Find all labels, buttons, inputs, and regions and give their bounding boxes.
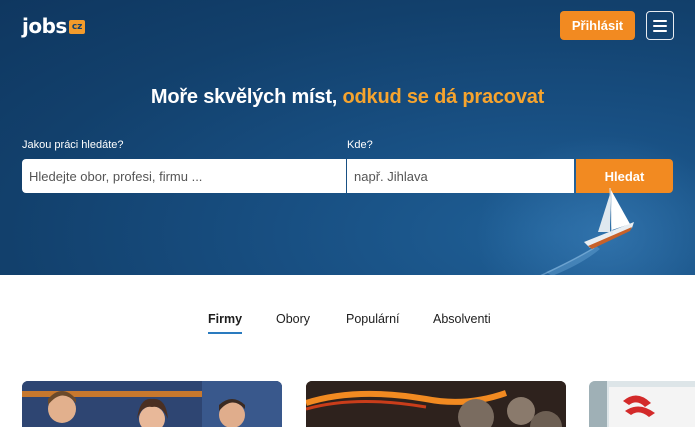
tab-popularni[interactable]: Populární bbox=[346, 310, 400, 334]
landscape-photo bbox=[306, 381, 566, 427]
category-tabs: Firmy Obory Populární Absolventi bbox=[0, 310, 695, 340]
company-card-3[interactable] bbox=[589, 381, 695, 427]
logo-badge: cz bbox=[68, 20, 86, 34]
menu-line bbox=[653, 29, 667, 32]
login-button[interactable]: Přihlásit bbox=[560, 11, 635, 40]
logo-text: jobs bbox=[22, 14, 67, 38]
tab-firmy[interactable]: Firmy bbox=[208, 310, 243, 334]
team-photo bbox=[22, 381, 282, 427]
tab-absolventi[interactable]: Absolventi bbox=[433, 310, 491, 334]
job-search-input[interactable] bbox=[22, 159, 346, 193]
hero-headline: Moře skvělých míst, odkud se dá pracovat bbox=[0, 86, 695, 109]
menu-line bbox=[653, 24, 667, 27]
headline-main: Moře skvělých míst, bbox=[150, 86, 343, 108]
hero-banner: jobs cz Přihlásit Moře skvělých míst, od… bbox=[0, 0, 695, 275]
company-card-1[interactable] bbox=[22, 381, 282, 427]
tab-obory[interactable]: Obory bbox=[276, 310, 310, 334]
company-logo-photo bbox=[589, 381, 695, 427]
headline-accent: odkud se dá pracovat bbox=[342, 86, 545, 108]
where-label: Kde? bbox=[347, 139, 373, 151]
what-label: Jakou práci hledáte? bbox=[22, 139, 124, 151]
site-logo[interactable]: jobs cz bbox=[22, 14, 86, 38]
company-card-2[interactable] bbox=[306, 381, 566, 427]
sailboat-icon bbox=[540, 187, 634, 275]
menu-line bbox=[653, 19, 667, 22]
hamburger-icon[interactable] bbox=[646, 11, 674, 40]
